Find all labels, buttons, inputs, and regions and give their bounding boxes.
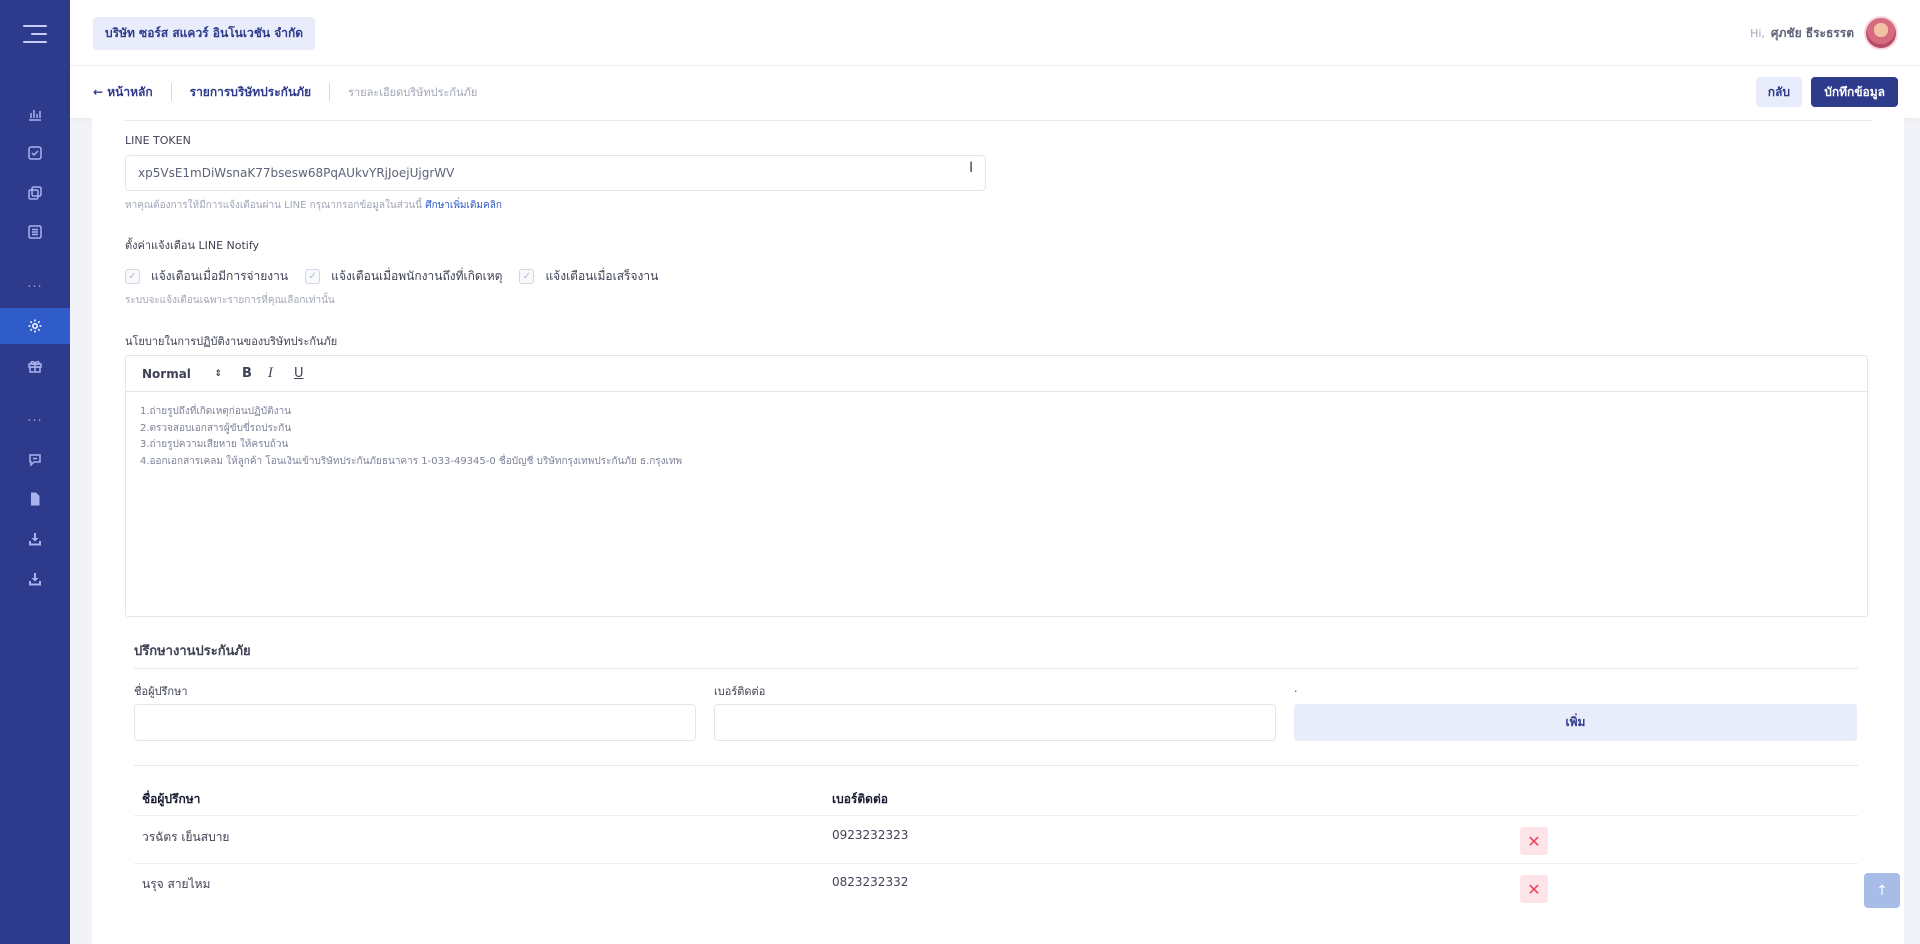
notify-hint: ระบบจะแจ้งเตือนเฉพาะรายการที่คุณเลือกเท่… xyxy=(125,295,335,306)
consultant-phone-input[interactable] xyxy=(714,704,1276,741)
underline-button[interactable]: U xyxy=(294,366,320,381)
chart-icon[interactable] xyxy=(0,96,70,132)
company-badge[interactable]: บริษัท ซอร์ส สแควร์ อินโนเวชัน จำกัด xyxy=(93,17,316,50)
format-select-value: Normal xyxy=(142,366,191,381)
table-cell-name: วรฉัตร เย็นสบาย xyxy=(142,830,230,844)
user-menu[interactable]: Hi, ศุภชัย ธีระธรรต xyxy=(1750,16,1898,50)
editor-toolbar: Normal ⇕ B I U xyxy=(126,356,1867,392)
notify-option-complete[interactable]: ✓ แจ้งเตือนเมื่อเสร็จงาน xyxy=(519,267,658,286)
bold-button[interactable]: B xyxy=(242,366,268,381)
notify-options: ✓ แจ้งเตือนเมื่อมีการจ่ายงาน ✓ แจ้งเตือน… xyxy=(125,267,675,286)
delete-row-button[interactable]: ✕ xyxy=(1520,827,1548,855)
back-button[interactable]: กลับ xyxy=(1755,77,1802,107)
line-token-label: LINE TOKEN xyxy=(125,134,191,147)
line-token-hint-text: หาคุณต้องการให้มีการแจ้งเตือนผ่าน LINE ก… xyxy=(125,200,423,211)
consultant-phone-label: เบอร์ติดต่อ xyxy=(714,685,766,698)
notify-option-assign[interactable]: ✓ แจ้งเตือนเมื่อมีการจ่ายงาน xyxy=(125,267,288,286)
section-dots: ... xyxy=(27,276,43,291)
text-cursor-icon: I xyxy=(969,160,974,176)
notify-option-arrive[interactable]: ✓ แจ้งเตือนเมื่อพนักงานถึงที่เกิดเหตุ xyxy=(305,267,502,286)
save-button[interactable]: บักทึกข้อมูล xyxy=(1811,77,1898,107)
chat-icon[interactable] xyxy=(0,442,70,478)
sub-header: ← หน้าหลัก รายการบริษัทประกันภัย รายละเอ… xyxy=(70,66,1920,118)
policy-line: 4.ออกเอกสารเคลม ให้ลูกค้า โอนเงินเข้าบริ… xyxy=(140,455,683,467)
list-icon[interactable] xyxy=(0,214,70,250)
notify-option-label: แจ้งเตือนเมื่อพนักงานถึงที่เกิดเหตุ xyxy=(331,269,503,283)
policy-line: 3.ถ่ายรูปความเสียหาย ให้ครบถ้วน xyxy=(140,439,289,450)
consultant-name-input[interactable] xyxy=(134,704,696,741)
format-select[interactable]: Normal ⇕ xyxy=(142,367,222,381)
copy-icon[interactable] xyxy=(0,175,70,211)
line-token-input[interactable]: xp5VsE1mDiWsnaK77bsesw68PqAUkvYRjJoejUjg… xyxy=(125,155,986,191)
editor-content[interactable]: 1.ถ่ายรูปถึงที่เกิดเหตุก่อนปฏิบัติงาน 2.… xyxy=(126,392,1867,482)
sidebar: ... ... xyxy=(0,0,70,944)
table-cell-name: นรุจ สายไหม xyxy=(142,877,211,891)
checkbox[interactable]: ✓ xyxy=(519,269,535,284)
top-header: บริษัท ซอร์ส สแควร์ อินโนเวชัน จำกัด Hi,… xyxy=(70,0,1920,66)
notify-label: ตั้งค่าแจ้งเตือน LINE Notify xyxy=(125,239,260,252)
arrow-up-icon: ↑ xyxy=(1876,882,1888,899)
scroll-top-button[interactable]: ↑ xyxy=(1864,873,1900,908)
file-icon[interactable] xyxy=(0,481,70,517)
learn-more-link[interactable]: ศึกษาเพิ่มเติมคลิก xyxy=(425,200,502,211)
check-square-icon[interactable] xyxy=(0,135,70,171)
close-icon: ✕ xyxy=(1527,879,1541,899)
notify-option-label: แจ้งเตือนเมื่อมีการจ่ายงาน xyxy=(151,269,289,283)
checkbox[interactable]: ✓ xyxy=(305,269,321,284)
breadcrumb: ← หน้าหลัก รายการบริษัทประกันภัย รายละเอ… xyxy=(93,66,495,118)
delete-row-button[interactable]: ✕ xyxy=(1520,875,1548,903)
table-cell-phone: 0823232332 xyxy=(832,875,909,889)
breadcrumb-current: รายละเอียดบริษัทประกันภัย xyxy=(348,86,478,99)
notify-option-label: แจ้งเตือนเมื่อเสร็จงาน xyxy=(545,269,659,283)
add-label: . xyxy=(1294,682,1298,695)
checkbox[interactable]: ✓ xyxy=(125,269,140,284)
italic-button[interactable]: I xyxy=(268,366,294,381)
menu-icon[interactable] xyxy=(23,25,47,43)
add-consultant-button[interactable]: เพิ่ม xyxy=(1294,704,1857,741)
column-header-phone: เบอร์ติดต่อ xyxy=(832,792,888,806)
divider xyxy=(134,863,1858,864)
settings-icon[interactable] xyxy=(0,308,70,344)
download-icon[interactable] xyxy=(0,561,70,597)
section-dots: ... xyxy=(27,410,43,425)
greeting: Hi, xyxy=(1750,26,1765,40)
divider xyxy=(124,120,1872,121)
divider xyxy=(134,815,1858,816)
close-icon: ✕ xyxy=(1527,831,1541,851)
policy-line: 1.ถ่ายรูปถึงที่เกิดเหตุก่อนปฏิบัติงาน xyxy=(140,406,291,417)
policy-editor[interactable]: Normal ⇕ B I U 1.ถ่ายรูปถึงที่เกิดเหตุก่… xyxy=(125,355,1868,617)
user-name: ศุภชัย ธีระธรรต xyxy=(1770,25,1854,40)
table-cell-phone: 0923232323 xyxy=(832,828,909,842)
divider xyxy=(134,668,1858,669)
policy-label: นโยบายในการปฏิบัติงานของบริษัทประกันภัย xyxy=(125,335,338,348)
consultant-name-label: ชื่อผู้ปรึกษา xyxy=(134,685,188,698)
policy-line: 2.ตรวจสอบเอกสารผู้ขับขี่รถประกัน xyxy=(140,422,292,434)
line-token-hint: หาคุณต้องการให้มีการแจ้งเตือนผ่าน LINE ก… xyxy=(125,198,502,213)
gift-icon[interactable] xyxy=(0,348,70,384)
breadcrumb-list-link[interactable]: รายการบริษัทประกันภัย xyxy=(172,83,331,101)
column-header-name: ชื่อผู้ปรึกษา xyxy=(142,792,201,806)
divider xyxy=(134,765,1858,766)
avatar[interactable] xyxy=(1864,16,1898,50)
content-card: LINE TOKEN xp5VsE1mDiWsnaK77bsesw68PqAUk… xyxy=(92,118,1904,944)
breadcrumb-home-link[interactable]: ← หน้าหลัก xyxy=(93,83,172,101)
consultants-title: ปรึกษางานประกันภัย xyxy=(134,644,251,659)
download-icon[interactable] xyxy=(0,521,70,557)
updown-icon: ⇕ xyxy=(214,368,222,379)
